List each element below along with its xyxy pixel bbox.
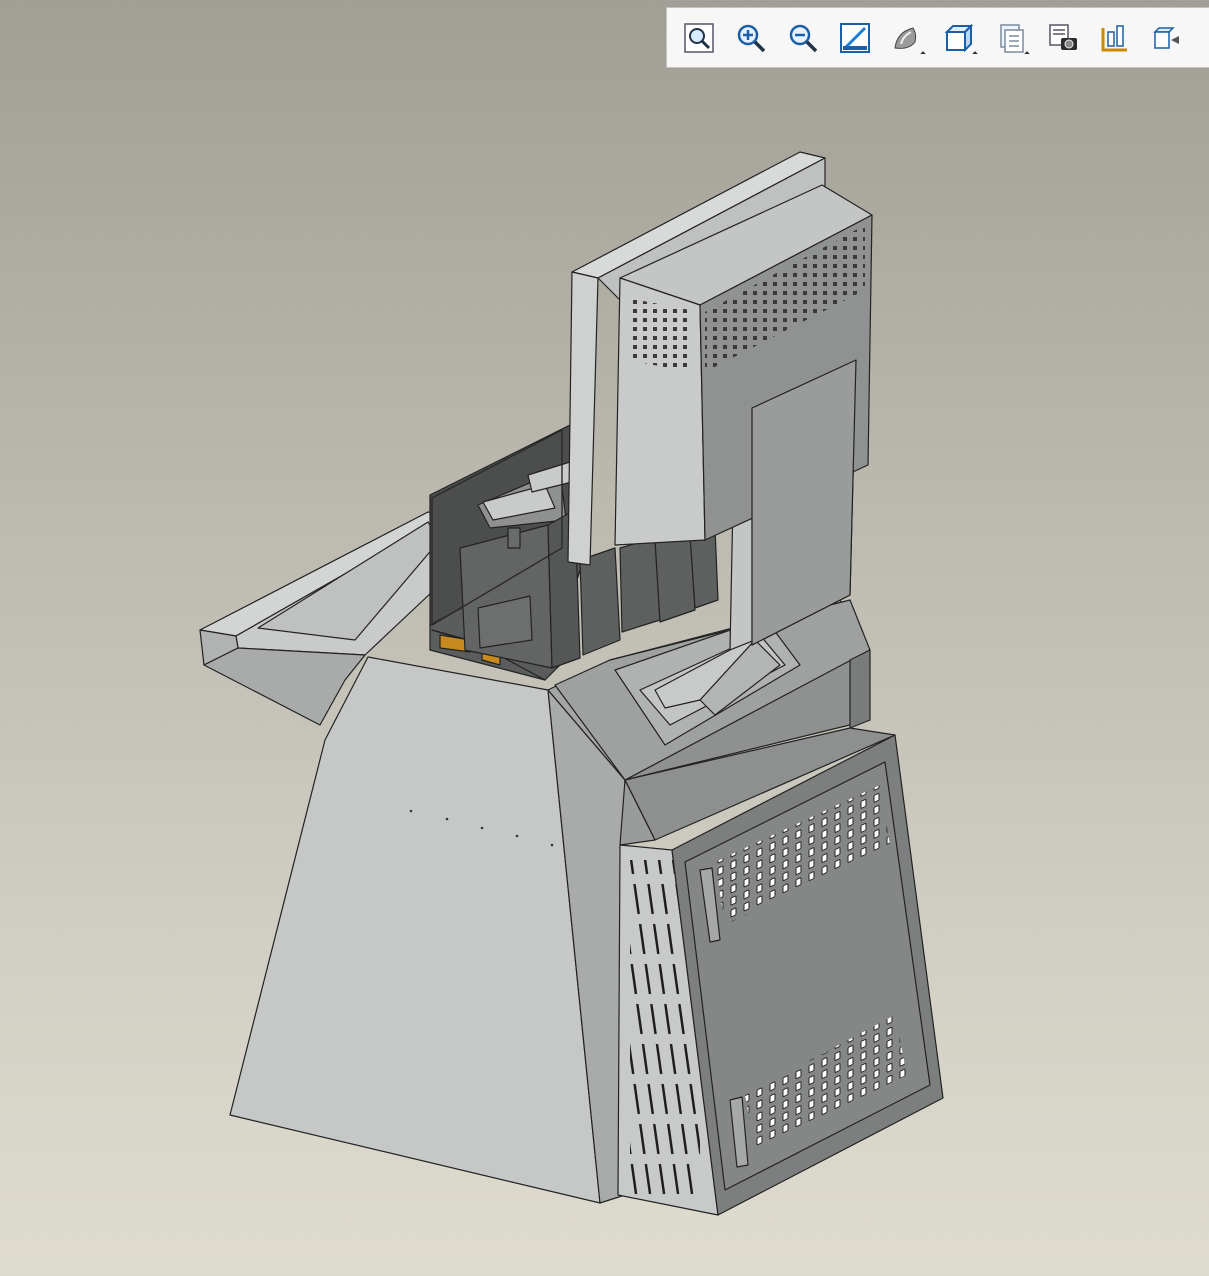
- model-viewport[interactable]: [0, 0, 1209, 1276]
- zoom-in-button[interactable]: [731, 18, 771, 58]
- display-style-icon: [894, 26, 917, 49]
- screenshot-icon: [1049, 23, 1077, 50]
- dropdown-arrow-icon: [920, 50, 926, 57]
- zoom-in-icon: [737, 24, 766, 52]
- view-toolbar: [666, 7, 1209, 68]
- datum-display-icon: [1101, 24, 1127, 51]
- dropdown-arrow-icon: [972, 50, 978, 57]
- repaint-icon: [840, 22, 870, 53]
- layers-icon: [1000, 23, 1024, 53]
- zoom-out-button[interactable]: [783, 18, 823, 58]
- dropdown-arrow-icon: [1024, 50, 1030, 57]
- layers-button[interactable]: [991, 18, 1031, 58]
- repaint-button[interactable]: [835, 18, 875, 58]
- refit-button[interactable]: [679, 18, 719, 58]
- saved-views-icon: [944, 23, 974, 52]
- lower-cabinet: [617, 727, 944, 1216]
- datum-display-button[interactable]: [1095, 18, 1135, 58]
- refit-icon: [684, 22, 714, 53]
- display-style-button[interactable]: [887, 18, 927, 58]
- cad-model-console[interactable]: [0, 0, 1209, 1276]
- zoom-out-icon: [789, 24, 818, 52]
- base-front-panel: [229, 656, 601, 1204]
- annotation-icon: [1153, 26, 1179, 49]
- annotation-button[interactable]: [1147, 18, 1187, 58]
- screenshot-button[interactable]: [1043, 18, 1083, 58]
- saved-views-button[interactable]: [939, 18, 979, 58]
